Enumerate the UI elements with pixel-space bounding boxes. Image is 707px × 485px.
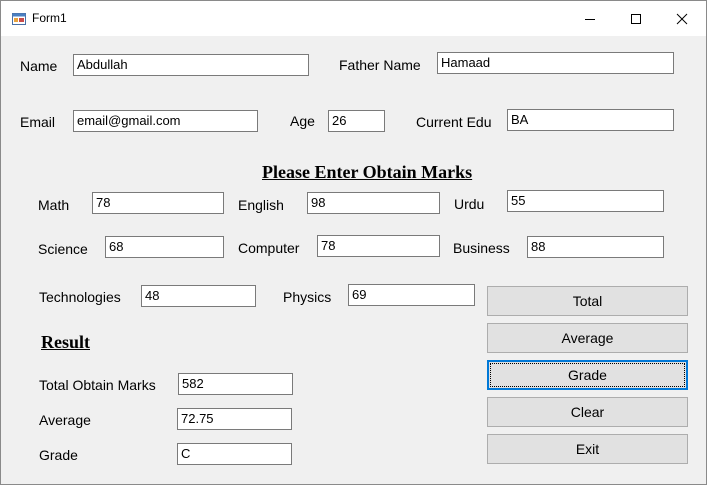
email-field[interactable]: email@gmail.com [73,110,258,132]
title-bar[interactable]: Form1 [1,1,706,36]
age-label: Age [290,113,315,129]
average-field[interactable]: 72.75 [177,408,292,430]
computer-label: Computer [238,240,300,256]
window-title: Form1 [32,11,67,25]
minimize-icon [585,19,595,20]
result-heading: Result [41,332,90,352]
maximize-button[interactable] [613,1,659,36]
total-obtain-marks-label: Total Obtain Marks [39,377,156,393]
math-field[interactable]: 78 [92,192,224,214]
average-button[interactable]: Average [487,323,688,353]
maximize-icon [631,14,641,24]
total-button[interactable]: Total [487,286,688,316]
total-obtain-marks-field[interactable]: 582 [178,373,293,395]
computer-field[interactable]: 78 [317,235,440,257]
math-label: Math [38,197,70,213]
average-label: Average [39,412,91,428]
business-field[interactable]: 88 [527,236,664,258]
father-name-field[interactable]: Hamaad [437,52,674,74]
technologies-label: Technologies [39,289,121,305]
science-field[interactable]: 68 [105,236,224,258]
form-client-area: Name Abdullah Father Name Hamaad Email e… [1,36,706,484]
minimize-button[interactable] [567,1,613,36]
close-button[interactable] [659,1,705,36]
close-icon [676,13,688,25]
form-app-icon [12,12,26,25]
current-edu-label: Current Edu [416,114,492,130]
grade-field[interactable]: C [177,443,292,465]
email-label: Email [20,114,56,130]
urdu-label: Urdu [454,196,485,212]
english-field[interactable]: 98 [307,192,440,214]
exit-button[interactable]: Exit [487,434,688,464]
english-label: English [238,197,284,213]
current-edu-field[interactable]: BA [507,109,674,131]
technologies-field[interactable]: 48 [141,285,256,307]
marks-heading: Please Enter Obtain Marks [262,162,473,182]
business-label: Business [453,240,510,256]
grade-label: Grade [39,447,78,463]
age-field[interactable]: 26 [328,110,385,132]
name-field[interactable]: Abdullah [73,54,309,76]
physics-label: Physics [283,289,332,305]
grade-button[interactable]: Grade [487,360,688,390]
father-name-label: Father Name [339,57,421,73]
form1-window: Form1 Name Abdullah Father Name Hamaad E… [0,0,707,485]
science-label: Science [38,241,88,257]
name-label: Name [20,58,58,74]
clear-button[interactable]: Clear [487,397,688,427]
urdu-field[interactable]: 55 [507,190,664,212]
physics-field[interactable]: 69 [348,284,475,306]
